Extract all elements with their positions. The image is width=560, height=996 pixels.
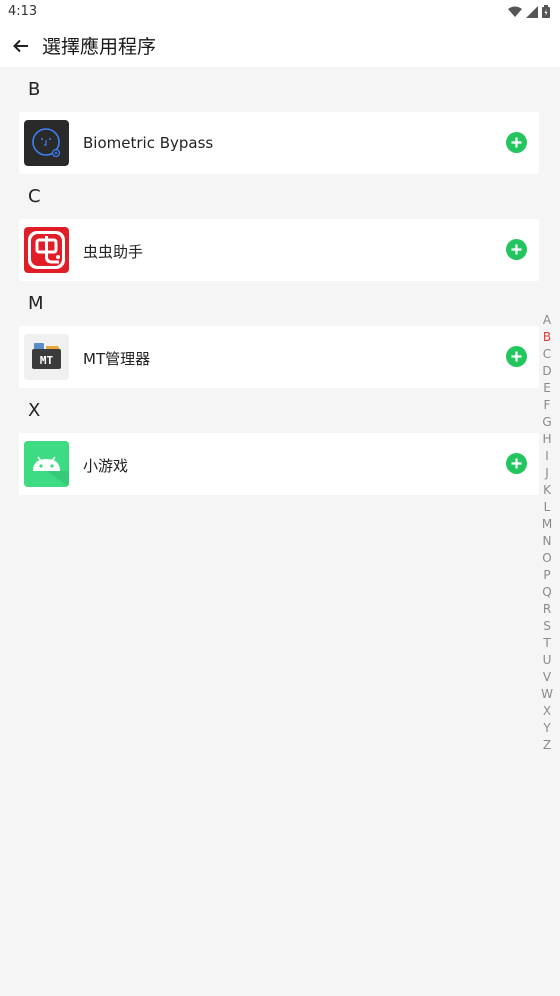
app-item-chongchong[interactable]: 虫虫助手 [19,219,539,281]
battery-icon [542,5,550,18]
alphabet-index-letter[interactable]: M [542,516,552,533]
status-icons [508,5,550,18]
alphabet-index-letter[interactable]: X [543,703,551,720]
wifi-icon [508,6,522,17]
app-item-mini-game[interactable]: 小游戏 [19,433,539,495]
section-header-c: C [28,186,41,207]
plus-icon [511,137,522,148]
biometric-icon [24,120,69,166]
chongchong-icon [24,227,69,273]
status-time: 4:13 [8,4,38,19]
alphabet-index-letter[interactable]: C [543,346,551,363]
app-bar: 選擇應用程序 [0,24,560,67]
add-button[interactable] [506,132,527,153]
plus-icon [511,351,522,362]
back-button[interactable] [8,33,34,59]
alphabet-index-letter[interactable]: Q [542,584,551,601]
svg-text:MT: MT [40,354,54,367]
add-button[interactable] [506,453,527,474]
alphabet-index-letter[interactable]: O [542,550,551,567]
alphabet-index-letter[interactable]: K [543,482,551,499]
arrow-left-icon [13,39,28,53]
alphabet-index-letter[interactable]: L [544,499,551,516]
alphabet-index-letter[interactable]: Z [543,737,551,754]
section-header-x: X [28,400,41,421]
plus-icon [511,458,522,469]
alphabet-index-letter[interactable]: F [544,397,551,414]
alphabet-index-letter[interactable]: Y [543,720,550,737]
app-name: Biometric Bypass [83,134,214,152]
alphabet-index-letter[interactable]: A [543,312,551,329]
alphabet-index-letter[interactable]: P [543,567,550,584]
app-list: B Biometric Bypass C 虫虫助手 M MT MT管理器 X 小… [0,67,560,495]
alphabet-index-letter[interactable]: T [543,635,550,652]
alphabet-index-letter[interactable]: J [545,465,549,482]
signal-icon [526,5,538,18]
alphabet-index-letter[interactable]: U [543,652,552,669]
section-header-b: B [28,79,41,100]
alphabet-index-letter[interactable]: B [543,329,551,346]
alphabet-index-letter[interactable]: R [543,601,551,618]
alphabet-index-letter[interactable]: D [542,363,551,380]
app-name: 小游戏 [83,457,129,475]
alphabet-index-letter[interactable]: G [542,414,551,431]
app-item-mt-manager[interactable]: MT MT管理器 [19,326,539,388]
add-button[interactable] [506,239,527,260]
add-button[interactable] [506,346,527,367]
android-icon [24,441,69,487]
plus-icon [511,244,522,255]
alphabet-index-letter[interactable]: E [543,380,551,397]
alphabet-index-letter[interactable]: S [543,618,551,635]
status-bar: 4:13 [0,0,560,24]
alphabet-index[interactable]: ABCDEFGHIJKLMNOPQRSTUVWXYZ [540,312,554,754]
section-header-m: M [28,293,44,314]
alphabet-index-letter[interactable]: V [543,669,551,686]
alphabet-index-letter[interactable]: I [545,448,549,465]
app-name: MT管理器 [83,350,151,368]
alphabet-index-letter[interactable]: H [542,431,551,448]
alphabet-index-letter[interactable]: W [541,686,553,703]
alphabet-index-letter[interactable]: N [543,533,552,550]
app-name: 虫虫助手 [83,243,144,261]
app-item-biometric-bypass[interactable]: Biometric Bypass [19,112,539,174]
mt-manager-icon: MT [24,334,69,380]
page-title: 選擇應用程序 [42,36,157,58]
